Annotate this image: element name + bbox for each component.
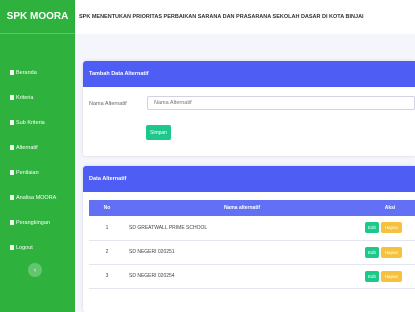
delete-button[interactable]: Hapus (380, 246, 402, 258)
sidebar-item-label: Perangkingan (16, 219, 50, 226)
chevron-left-icon: ‹ (33, 266, 37, 274)
sidebar-item-analisa-moora[interactable]: Analisa MOORA (0, 185, 75, 210)
table-icon (10, 70, 14, 75)
sidebar-item-kriteria[interactable]: Kriteria (0, 85, 75, 110)
table-icon (10, 170, 14, 175)
card-title: Data Alternatif (83, 166, 415, 192)
row-number: 2 (105, 249, 109, 255)
sidebar-item-label: Alternatif (16, 144, 38, 151)
sidebar-item-label: Penilaian (16, 169, 39, 176)
sidebar-nav: Beranda Kriteria Sub Kriteria Alternatif… (0, 60, 75, 260)
topbar: SPK MENENTUKAN PRIORITAS PERBAIKAN SARAN… (75, 0, 415, 34)
edit-button[interactable]: Edit (365, 270, 379, 282)
row-name: SD GREATWALL PRIME SCHOOL (129, 224, 208, 231)
sidebar-item-label: Logout (16, 244, 33, 251)
alternative-name-input[interactable] (147, 96, 415, 110)
form-row: Nama Alternatif (89, 96, 415, 110)
table-icon (10, 245, 14, 250)
sidebar-item-beranda[interactable]: Beranda (0, 60, 75, 85)
table-icon (10, 95, 14, 100)
main-content: Tambah Data Alternatif Nama Alternatif S… (75, 34, 415, 312)
alternative-table: No Nama alternatif Aksi 1 SD GREATWALL P… (89, 200, 415, 289)
page-title: SPK MENENTUKAN PRIORITAS PERBAIKAN SARAN… (79, 14, 364, 20)
sidebar-item-label: Kriteria (16, 94, 34, 101)
table-icon (10, 195, 14, 200)
sidebar-item-label: Sub Kriteria (16, 119, 45, 126)
sidebar-item-label: Analisa MOORA (16, 194, 57, 201)
table-row: 2 SD NEGERI 020251 Edit Hapus (89, 240, 415, 264)
sidebar-item-perangkingan[interactable]: Perangkingan (0, 210, 75, 235)
row-actions: Edit Hapus (355, 216, 415, 240)
sidebar-item-label: Beranda (16, 69, 37, 76)
save-button[interactable]: Simpan (146, 125, 171, 140)
row-actions: Edit Hapus (355, 240, 415, 264)
sidebar-item-alternatif[interactable]: Alternatif (0, 135, 75, 160)
card-title: Tambah Data Alternatif (83, 61, 415, 87)
sidebar-toggle-button[interactable]: ‹ (28, 263, 42, 277)
add-alternative-card: Tambah Data Alternatif Nama Alternatif S… (83, 61, 415, 156)
column-header-actions: Aksi (384, 205, 396, 211)
column-header-no: No (103, 205, 111, 211)
sidebar-item-logout[interactable]: Logout (0, 235, 75, 260)
sidebar: SPK MOORA Beranda Kriteria Sub Kriteria … (0, 0, 75, 312)
delete-button[interactable]: Hapus (380, 270, 402, 282)
row-name: SD NEGERI 020254 (129, 273, 175, 279)
table-row: 3 SD NEGERI 020254 Edit Hapus (89, 264, 415, 288)
sidebar-item-penilaian[interactable]: Penilaian (0, 160, 75, 185)
edit-button[interactable]: Edit (365, 222, 379, 234)
brand-title[interactable]: SPK MOORA (0, 0, 75, 34)
field-label: Nama Alternatif (89, 101, 127, 107)
delete-button[interactable]: Hapus (380, 222, 402, 234)
row-number: 1 (105, 224, 109, 231)
row-name: SD NEGERI 020251 (129, 249, 175, 255)
edit-button[interactable]: Edit (365, 246, 379, 258)
sidebar-item-sub-kriteria[interactable]: Sub Kriteria (0, 110, 75, 135)
table-header-row: No Nama alternatif Aksi (89, 200, 415, 216)
table-icon (10, 220, 14, 225)
table-row: 1 SD GREATWALL PRIME SCHOOL Edit Hapus (89, 216, 415, 240)
row-number: 3 (105, 273, 109, 279)
table-icon (10, 120, 14, 125)
alternative-table-card: Data Alternatif No Nama alternatif Aksi … (83, 166, 415, 312)
column-header-name: Nama alternatif (223, 205, 261, 211)
table-icon (10, 145, 14, 150)
row-actions: Edit Hapus (355, 264, 415, 288)
